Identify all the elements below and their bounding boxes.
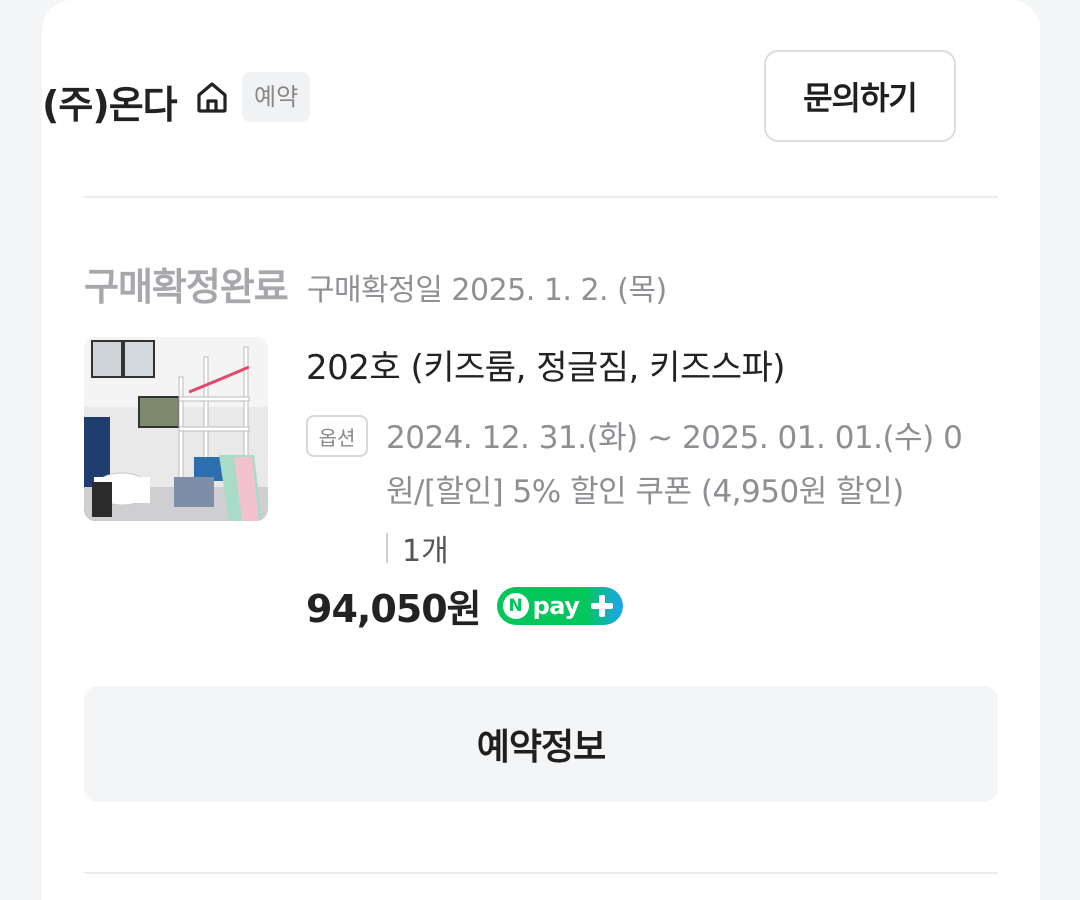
product-title[interactable]: 202호 (키즈룸, 정글짐, 키즈스파)	[306, 340, 996, 389]
divider	[84, 872, 998, 874]
quantity-row: 1개	[306, 523, 996, 573]
order-status: 구매확정완료	[84, 265, 289, 309]
home-icon[interactable]	[192, 77, 232, 117]
product-thumbnail[interactable]	[84, 337, 268, 521]
option-badge: 옵션	[306, 415, 368, 457]
option-text: 2024. 12. 31.(화) ~ 2025. 01. 01.(수) 0원/[…	[386, 420, 963, 510]
npay-n-logo: N	[502, 592, 529, 619]
option-row: 옵션 2024. 12. 31.(화) ~ 2025. 01. 01.(수) 0…	[306, 411, 996, 519]
inquiry-button[interactable]: 문의하기	[764, 50, 956, 142]
price-row: 94,050원 N pay	[306, 578, 623, 633]
confirm-date: 구매확정일 2025. 1. 2. (목)	[306, 273, 667, 308]
quantity-separator	[386, 533, 388, 563]
price: 94,050원	[306, 587, 482, 631]
room-photo	[84, 337, 268, 521]
plus-icon	[590, 594, 613, 617]
store-name[interactable]: (주)온다	[42, 74, 178, 129]
quantity: 1개	[402, 534, 449, 569]
divider	[84, 196, 998, 198]
reservation-badge: 예약	[242, 72, 311, 122]
npay-label: pay	[532, 591, 580, 620]
npay-badge: N pay	[496, 586, 623, 625]
product-info: 202호 (키즈룸, 정글짐, 키즈스파) 옵션 2024. 12. 31.(화…	[306, 340, 996, 573]
reservation-info-button[interactable]: 예약정보	[84, 686, 998, 802]
store-header: (주)온다 예약 문의하기	[42, 50, 956, 144]
order-status-line: 구매확정완료 구매확정일 2025. 1. 2. (목)	[84, 256, 667, 309]
